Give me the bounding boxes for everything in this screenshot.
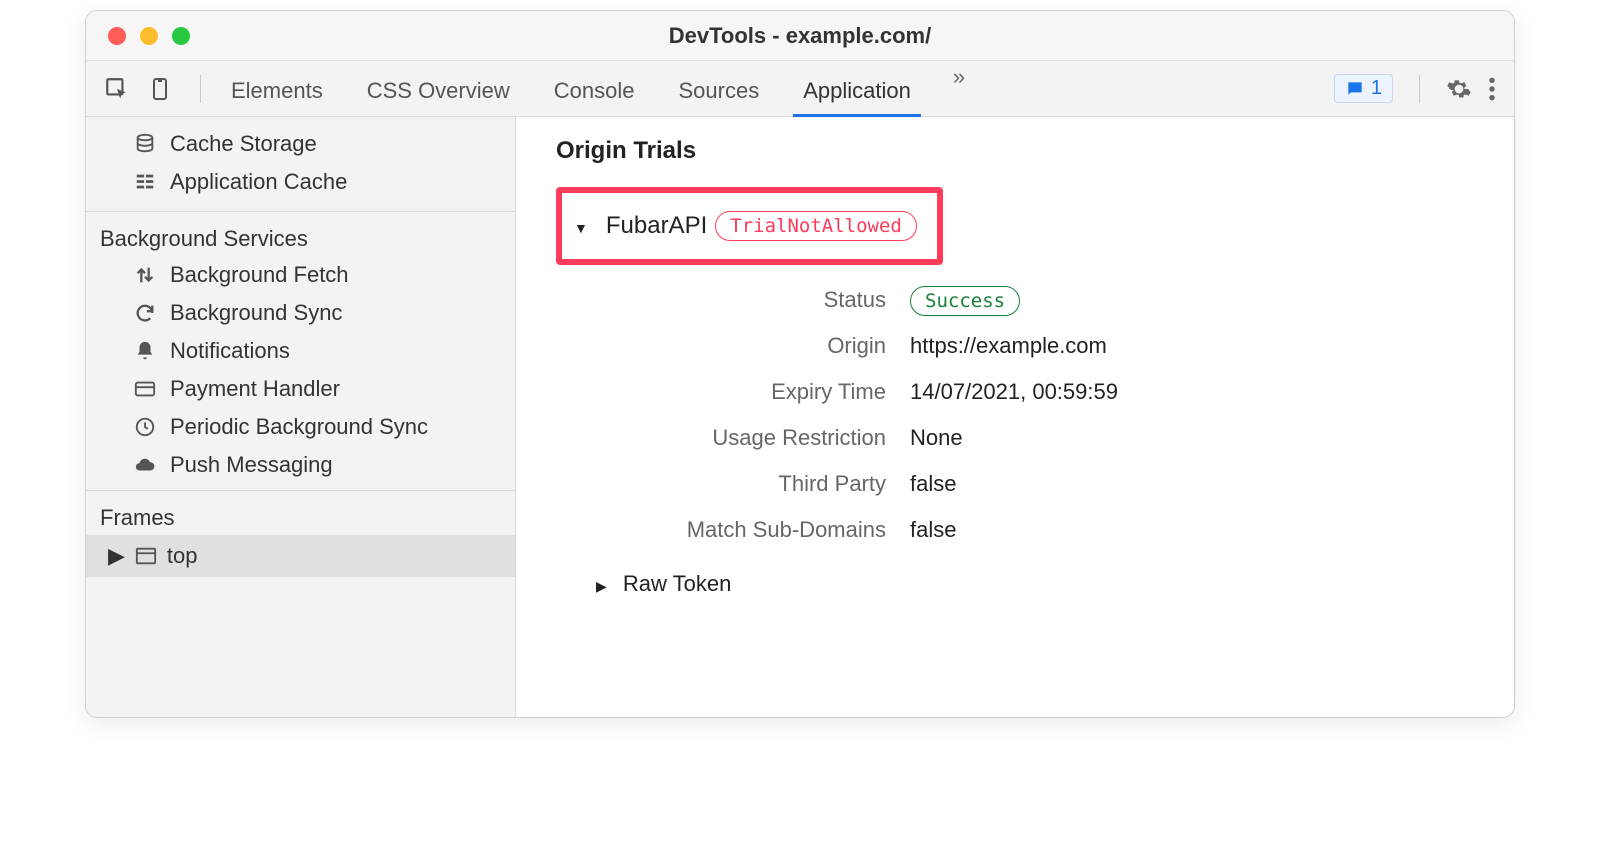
value-origin: https://example.com	[910, 333, 1514, 359]
label-status: Status	[586, 287, 886, 313]
kebab-menu-icon[interactable]	[1488, 76, 1496, 102]
label-third-party: Third Party	[586, 471, 886, 497]
sidebar-item-payment-handler[interactable]: Payment Handler	[86, 370, 515, 408]
device-toolbar-icon[interactable]	[148, 76, 172, 102]
sidebar-item-cache-storage[interactable]: Cache Storage	[86, 125, 515, 163]
status-pill: Success	[910, 286, 1020, 316]
devtools-window: DevTools - example.com/ Elements CSS Ove…	[85, 10, 1515, 718]
divider	[1419, 75, 1420, 103]
titlebar: DevTools - example.com/	[86, 11, 1514, 61]
value-expiry: 14/07/2021, 00:59:59	[910, 379, 1514, 405]
trial-name: FubarAPI	[606, 212, 707, 240]
panel-body: Cache Storage Application Cache Backgrou…	[86, 117, 1514, 717]
sidebar-item-background-fetch[interactable]: Background Fetch	[86, 256, 515, 294]
credit-card-icon	[132, 378, 158, 400]
tab-elements[interactable]: Elements	[229, 64, 325, 114]
sidebar-item-label: Payment Handler	[170, 376, 340, 402]
sidebar-item-label: Push Messaging	[170, 452, 333, 478]
sidebar-item-label: Background Fetch	[170, 262, 349, 288]
trial-row-highlight: FubarAPI TrialNotAllowed	[556, 187, 943, 265]
tab-css-overview[interactable]: CSS Overview	[365, 64, 512, 114]
chevron-right-icon	[596, 571, 617, 596]
more-tabs-icon[interactable]: »	[953, 64, 965, 114]
application-sidebar: Cache Storage Application Cache Backgrou…	[86, 117, 516, 717]
issues-chip[interactable]: 1	[1334, 74, 1393, 103]
divider	[200, 75, 201, 103]
sidebar-item-notifications[interactable]: Notifications	[86, 332, 515, 370]
sidebar-item-label: Notifications	[170, 338, 290, 364]
label-match-subdomains: Match Sub-Domains	[586, 517, 886, 543]
sidebar-heading-frames: Frames	[86, 491, 515, 535]
window-icon	[135, 546, 157, 566]
main-panel: Origin Trials FubarAPI TrialNotAllowed S…	[516, 117, 1514, 717]
sidebar-item-label: Cache Storage	[170, 131, 317, 157]
tab-console[interactable]: Console	[552, 64, 637, 114]
sidebar-item-background-sync[interactable]: Background Sync	[86, 294, 515, 332]
devtools-tabbar: Elements CSS Overview Console Sources Ap…	[86, 61, 1514, 117]
bell-icon	[132, 340, 158, 362]
sidebar-item-push-messaging[interactable]: Push Messaging	[86, 446, 515, 484]
sidebar-item-label: Periodic Background Sync	[170, 414, 428, 440]
settings-gear-icon[interactable]	[1446, 76, 1472, 102]
refresh-icon	[132, 302, 158, 324]
clock-icon	[132, 416, 158, 438]
trial-details: Status Success Origin https://example.co…	[586, 287, 1514, 543]
sidebar-item-application-cache[interactable]: Application Cache	[86, 163, 515, 201]
sidebar-item-label: top	[167, 543, 198, 569]
window-title: DevTools - example.com/	[86, 23, 1514, 49]
sidebar-item-label: Application Cache	[170, 169, 347, 195]
sidebar-item-label: Background Sync	[170, 300, 342, 326]
value-match-subdomains: false	[910, 517, 1514, 543]
sidebar-heading-background-services: Background Services	[86, 212, 515, 256]
section-heading: Origin Trials	[556, 137, 1514, 165]
trial-disclosure[interactable]	[574, 213, 598, 239]
raw-token-label: Raw Token	[623, 571, 731, 596]
label-usage-restriction: Usage Restriction	[586, 425, 886, 451]
close-window-button[interactable]	[108, 27, 126, 45]
issues-icon	[1345, 79, 1365, 99]
minimize-window-button[interactable]	[140, 27, 158, 45]
sidebar-item-periodic-background-sync[interactable]: Periodic Background Sync	[86, 408, 515, 446]
tab-application[interactable]: Application	[801, 64, 913, 114]
grid-icon	[132, 171, 158, 193]
window-controls	[86, 27, 190, 45]
database-icon	[132, 133, 158, 155]
updown-arrows-icon	[132, 264, 158, 286]
inspect-element-icon[interactable]	[104, 76, 130, 102]
issues-count: 1	[1371, 77, 1382, 100]
raw-token-disclosure[interactable]: Raw Token	[596, 571, 1514, 597]
zoom-window-button[interactable]	[172, 27, 190, 45]
value-usage-restriction: None	[910, 425, 1514, 451]
sidebar-item-frame-top[interactable]: ▶ top	[86, 535, 515, 577]
value-third-party: false	[910, 471, 1514, 497]
panel-tabs: Elements CSS Overview Console Sources Ap…	[211, 64, 1334, 114]
cloud-icon	[132, 454, 158, 476]
tab-sources[interactable]: Sources	[676, 64, 761, 114]
chevron-right-icon: ▶	[108, 543, 125, 569]
label-expiry: Expiry Time	[586, 379, 886, 405]
label-origin: Origin	[586, 333, 886, 359]
trial-status-pill: TrialNotAllowed	[715, 211, 917, 241]
